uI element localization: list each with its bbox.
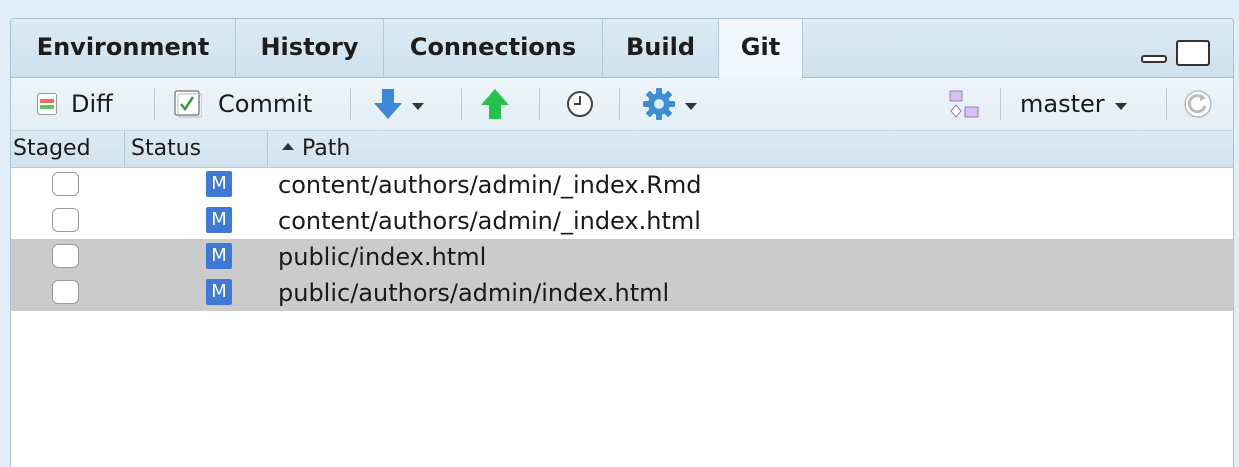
toolbar-divider	[619, 88, 620, 120]
tab-build[interactable]: Build	[603, 19, 719, 77]
diff-button[interactable]: Diff	[37, 78, 113, 130]
tab-environment[interactable]: Environment	[11, 19, 236, 77]
maximize-pane-button[interactable]	[1176, 40, 1210, 66]
branch-dropdown-caret	[1114, 102, 1127, 110]
history-icon	[566, 90, 594, 118]
file-path: content/authors/admin/_index.Rmd	[278, 171, 702, 199]
toolbar-divider	[539, 88, 540, 120]
minimize-pane-button[interactable]	[1141, 55, 1167, 63]
staged-checkbox[interactable]	[52, 208, 79, 232]
file-row[interactable]: M public/index.html	[11, 239, 1233, 275]
new-branch-icon	[948, 89, 980, 119]
toolbar-divider	[350, 88, 351, 120]
more-dropdown-caret[interactable]	[685, 102, 697, 110]
file-row[interactable]: M content/authors/admin/_index.Rmd	[11, 167, 1233, 203]
toolbar-divider	[1000, 88, 1001, 120]
status-badge: M	[206, 243, 232, 269]
staged-checkbox[interactable]	[52, 280, 79, 304]
more-button[interactable]	[643, 78, 697, 130]
column-status[interactable]: Status	[125, 131, 268, 167]
branch-dropdown[interactable]: master	[1020, 78, 1127, 130]
history-button[interactable]	[566, 78, 594, 130]
column-path-label: Path	[302, 136, 351, 161]
refresh-icon	[1183, 89, 1213, 119]
git-toolbar: Diff Commit master	[11, 78, 1233, 131]
column-status-label: Status	[131, 136, 202, 161]
status-badge: M	[206, 207, 232, 233]
file-path: content/authors/admin/_index.html	[278, 207, 701, 235]
status-badge: M	[206, 171, 232, 197]
toolbar-divider	[154, 88, 155, 120]
commit-label: Commit	[218, 90, 313, 118]
file-row[interactable]: M content/authors/admin/_index.html	[11, 203, 1233, 239]
file-path: public/authors/admin/index.html	[278, 279, 670, 307]
status-badge: M	[206, 279, 232, 305]
tab-git[interactable]: Git	[719, 19, 803, 79]
staged-checkbox[interactable]	[52, 244, 79, 268]
git-pane: Environment History Connections Build Gi…	[10, 18, 1234, 467]
column-staged-label: Staged	[13, 136, 91, 161]
toolbar-divider	[1166, 88, 1167, 120]
commit-button[interactable]: Commit	[174, 78, 312, 130]
staged-checkbox[interactable]	[52, 172, 79, 196]
column-path[interactable]: Path	[268, 131, 1233, 167]
sort-ascending-icon	[282, 142, 294, 150]
column-staged[interactable]: Staged	[11, 131, 125, 167]
diff-icon	[37, 93, 57, 115]
commit-icon	[174, 90, 203, 118]
branch-label: master	[1020, 90, 1105, 118]
file-path: public/index.html	[278, 243, 487, 271]
tab-bar: Environment History Connections Build Gi…	[11, 19, 1233, 79]
pull-dropdown-caret[interactable]	[412, 102, 424, 110]
refresh-button[interactable]	[1183, 78, 1213, 130]
gear-icon	[643, 88, 675, 120]
push-icon	[481, 89, 509, 119]
push-button[interactable]	[481, 78, 509, 130]
pull-icon	[374, 89, 402, 119]
new-branch-button[interactable]	[948, 78, 980, 130]
diff-label: Diff	[71, 90, 113, 118]
file-row[interactable]: M public/authors/admin/index.html	[11, 275, 1233, 311]
tab-history[interactable]: History	[236, 19, 384, 77]
toolbar-divider	[461, 88, 462, 120]
tab-connections[interactable]: Connections	[384, 19, 603, 77]
pull-button[interactable]	[374, 78, 424, 130]
file-list-header: Staged Status Path	[11, 131, 1233, 168]
